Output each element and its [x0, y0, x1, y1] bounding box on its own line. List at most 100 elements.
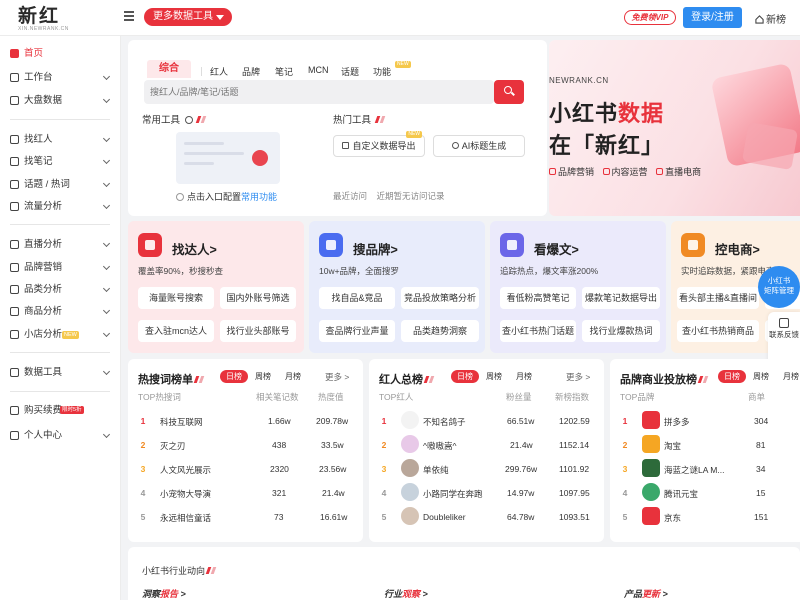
- search-input[interactable]: [144, 80, 494, 104]
- sidebar-item-profile[interactable]: 个人中心: [0, 426, 120, 446]
- tab-daily[interactable]: 日榜: [451, 370, 479, 383]
- decor-slash: [210, 567, 217, 574]
- table-row[interactable]: 3 海蓝之谜LA M... 34: [610, 457, 800, 481]
- sidebar-item-home[interactable]: 首页: [0, 44, 120, 64]
- ai-title-button[interactable]: AI标题生成: [433, 135, 525, 157]
- feature-button[interactable]: 品类趋势洞察: [401, 320, 479, 342]
- table-row[interactable]: 4 小路同学在奔跑 14.97w 1097.95: [369, 481, 604, 505]
- table-row[interactable]: 1 拼多多 304: [610, 409, 800, 433]
- tab-mcn[interactable]: MCN: [308, 65, 329, 75]
- feature-title[interactable]: 找达人>: [172, 239, 217, 258]
- tab-topics[interactable]: 话题: [341, 65, 359, 78]
- sidebar-item-data-tools[interactable]: 数据工具: [0, 363, 120, 383]
- feature-title[interactable]: 搜品牌>: [353, 239, 398, 258]
- feature-button[interactable]: 看低粉高赞笔记: [500, 287, 576, 309]
- newrank-link[interactable]: 新榜: [755, 11, 786, 26]
- tab-monthly[interactable]: 月榜: [285, 370, 301, 383]
- sidebar-item-purchase[interactable]: 购买续费 限时5折: [0, 401, 120, 421]
- feature-button[interactable]: 找行业头部账号: [220, 320, 296, 342]
- tab-creators[interactable]: 红人: [210, 65, 228, 78]
- table-row[interactable]: 1 科技互联网 1.66w 209.78w: [128, 409, 363, 433]
- sidebar-item-traffic[interactable]: 流量分析: [0, 197, 120, 217]
- avatar: [401, 507, 419, 525]
- feature-button[interactable]: 国内外账号筛选: [220, 287, 296, 309]
- feature-card-creators[interactable]: 找达人> 覆盖率90%，秒搜秒查 海量账号搜索 国内外账号筛选 查入驻mcn达人…: [128, 221, 304, 353]
- table-row[interactable]: 3 单依纯 299.76w 1101.92: [369, 457, 604, 481]
- insight-report-link[interactable]: 洞察报告 >: [142, 587, 186, 600]
- sidebar-item-find-notes[interactable]: 找笔记: [0, 152, 120, 172]
- feature-card-brands[interactable]: 搜品牌> 10w+品牌，全面搜罗 找自品&竞品 竞品投放策略分析 查品牌行业声量…: [309, 221, 485, 353]
- more-link[interactable]: 更多 >: [566, 371, 590, 383]
- tab-weekly[interactable]: 周榜: [486, 370, 502, 383]
- table-row[interactable]: 5 Doubleliker 64.78w 1093.51: [369, 505, 604, 529]
- matrix-management-badge[interactable]: 小红书 矩阵管理: [758, 266, 800, 308]
- creator-name: 单依纯: [423, 465, 449, 475]
- config-link[interactable]: 常用功能: [241, 192, 277, 202]
- plus-icon: [176, 193, 184, 201]
- feature-title[interactable]: 控电商>: [715, 239, 760, 258]
- feature-button[interactable]: 找行业爆款热词: [582, 320, 660, 342]
- chevron-down-icon: [102, 329, 111, 338]
- feature-button[interactable]: 查小红书热销商品: [677, 320, 759, 342]
- feature-button[interactable]: 海量账号搜索: [138, 287, 214, 309]
- logo[interactable]: 新红 XIN.NEWRANK.CN: [18, 6, 118, 32]
- free-vip-button[interactable]: 免费领VIP: [624, 10, 676, 25]
- tab-monthly[interactable]: 月榜: [783, 370, 799, 383]
- login-register-button[interactable]: 登录/注册: [683, 7, 742, 28]
- search-button[interactable]: [494, 80, 524, 104]
- feature-button[interactable]: 找自品&竞品: [319, 287, 395, 309]
- heat-value: 21.4w: [322, 488, 345, 498]
- sidebar-item-category[interactable]: 品类分析: [0, 280, 120, 300]
- sidebar-item-find-creators[interactable]: 找红人: [0, 130, 120, 150]
- table-row[interactable]: 4 小宠物大导演 321 21.4w: [128, 481, 363, 505]
- feature-button[interactable]: 查入驻mcn达人: [138, 320, 214, 342]
- sidebar-item-brand[interactable]: 品牌营销: [0, 258, 120, 278]
- tab-weekly[interactable]: 周榜: [753, 370, 769, 383]
- feature-button[interactable]: 竞品投放策略分析: [401, 287, 479, 309]
- ranking-title: 品牌商业投放榜: [620, 371, 709, 387]
- tab-weekly[interactable]: 周榜: [255, 370, 271, 383]
- custom-export-button[interactable]: 自定义数据导出 NEW: [333, 131, 425, 157]
- table-row[interactable]: 3 人文风光展示 2320 23.56w: [128, 457, 363, 481]
- banner-site: NEWRANK.CN: [549, 76, 609, 85]
- more-link[interactable]: 更多 >: [325, 371, 349, 383]
- col-header: 粉丝量: [506, 392, 532, 402]
- feature-button[interactable]: 看头部主播&直播间: [677, 287, 759, 309]
- brand-logo: [642, 459, 660, 477]
- table-row[interactable]: 4 腾讯元宝 15: [610, 481, 800, 505]
- sidebar-item-workbench[interactable]: 工作台: [0, 68, 120, 88]
- sidebar-item-topics[interactable]: 话题 / 热词: [0, 175, 120, 195]
- config-common-tools[interactable]: 点击入口配置常用功能: [176, 190, 277, 203]
- product-update-link[interactable]: 产品更新 >: [624, 587, 668, 600]
- menu-icon[interactable]: [124, 11, 134, 21]
- table-row[interactable]: 1 不知名鸽子 66.51w 1202.59: [369, 409, 604, 433]
- feature-card-articles[interactable]: 看爆文> 追踪热点，爆文率涨200% 看低粉高赞笔记 爆款笔记数据导出 查小红书…: [490, 221, 666, 353]
- tab-daily[interactable]: 日榜: [718, 370, 746, 383]
- feedback-button[interactable]: 联系反馈: [768, 318, 800, 340]
- feature-title[interactable]: 看爆文>: [534, 239, 579, 258]
- table-row[interactable]: 2 淘宝 81: [610, 433, 800, 457]
- tab-all[interactable]: 综合: [147, 60, 191, 78]
- feature-button[interactable]: 查品牌行业声量: [319, 320, 395, 342]
- more-tools-button[interactable]: 更多数据工具: [144, 8, 232, 26]
- index-score: 1093.51: [559, 512, 590, 522]
- sidebar-item-label: 品牌营销: [24, 262, 63, 273]
- tab-daily[interactable]: 日榜: [220, 370, 248, 383]
- gear-icon[interactable]: [184, 116, 193, 124]
- sidebar-item-dashboard[interactable]: 大盘数据: [0, 91, 120, 111]
- feature-button[interactable]: 爆款笔记数据导出: [582, 287, 660, 309]
- sidebar-item-product[interactable]: 商品分析: [0, 302, 120, 322]
- table-row[interactable]: 5 永远相信童话 73 16.61w: [128, 505, 363, 529]
- industry-watch-link[interactable]: 行业观察 >: [384, 587, 428, 600]
- tab-notes[interactable]: 笔记: [275, 65, 293, 78]
- feature-button[interactable]: 查小红书热门话题: [500, 320, 576, 342]
- sidebar-item-live[interactable]: 直播分析: [0, 235, 120, 255]
- table-row[interactable]: 2 灭之刃 438 33.5w: [128, 433, 363, 457]
- tab-monthly[interactable]: 月榜: [516, 370, 532, 383]
- tab-features[interactable]: 功能: [373, 65, 391, 78]
- tab-brands[interactable]: 品牌: [242, 65, 260, 78]
- table-row[interactable]: 2 ^嗷嗷嵩^ 21.4w 1152.14: [369, 433, 604, 457]
- table-row[interactable]: 5 京东 151: [610, 505, 800, 529]
- sidebar-item-shop[interactable]: 小店分析 NEW: [0, 325, 120, 345]
- promo-banner[interactable]: NEWRANK.CN 小红书数据 在「新红」 品牌营销 内容运营 直播电商: [549, 40, 800, 216]
